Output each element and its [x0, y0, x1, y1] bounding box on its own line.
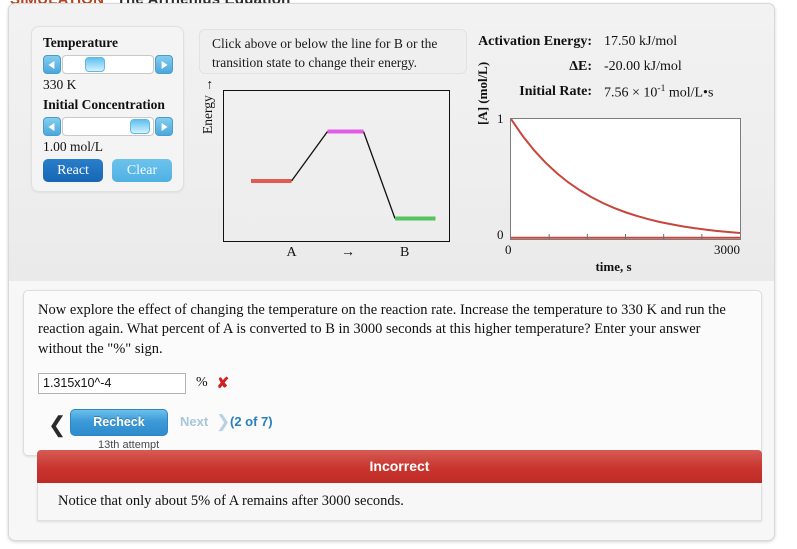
- feedback-message: Notice that only about 5% of A remains a…: [37, 483, 762, 521]
- concentration-decrease-arrow[interactable]: [43, 117, 61, 136]
- readout-initial-rate: Initial Rate: 7.56 × 10-1 mol/L•s: [464, 84, 764, 109]
- energy-diagram-ylabel: Energy →: [200, 78, 215, 134]
- concentration-chart: [A] (mol/L) 1 0 0 3000 time, s: [471, 62, 756, 279]
- readout-value: -20.00 kJ/mol: [604, 59, 682, 74]
- readout-key: Activation Energy:: [478, 34, 592, 49]
- concentration-slider[interactable]: [43, 117, 173, 136]
- clear-button[interactable]: Clear: [112, 159, 172, 182]
- recheck-button[interactable]: Recheck: [70, 408, 168, 436]
- readout-value: 17.50 kJ/mol: [604, 34, 678, 49]
- concentration-increase-arrow[interactable]: [155, 117, 173, 136]
- concentration-value: 1.00 mol/L: [43, 139, 103, 154]
- concentration-slider-thumb[interactable]: [130, 119, 151, 134]
- readout-delta-e: ΔE: -20.00 kJ/mol: [464, 59, 764, 84]
- concentration-chart-xlabel: time, s: [595, 259, 632, 274]
- readout-list: Activation Energy: 17.50 kJ/mol ΔE: -20.…: [464, 34, 764, 109]
- energy-diagram-plot[interactable]: [223, 90, 450, 242]
- temperature-decrease-arrow[interactable]: [43, 55, 61, 74]
- energy-xtick-a: A: [286, 245, 297, 260]
- readout-value: 7.56 × 10-1 mol/L•s: [604, 84, 713, 102]
- energy-xtick-arrow: →: [341, 245, 356, 260]
- control-panel: Temperature 330 K Initial Concentration …: [31, 26, 184, 192]
- simulation-area: Temperature 330 K Initial Concentration …: [9, 4, 774, 281]
- concentration-xtick-max: 3000: [714, 242, 740, 257]
- question-counter: (2 of 7): [230, 413, 273, 429]
- concentration-label: Initial Concentration: [43, 97, 165, 112]
- concentration-chart-plot: [510, 118, 741, 240]
- temperature-value: 330 K: [43, 77, 77, 92]
- rate-unit: mol/L•s: [665, 85, 714, 101]
- previous-question-icon[interactable]: ❮: [48, 413, 66, 436]
- energy-xtick-b: B: [400, 245, 410, 260]
- answer-row: % ✘: [38, 372, 747, 399]
- incorrect-mark-icon: ✘: [216, 375, 230, 393]
- readout-key: ΔE:: [569, 59, 592, 74]
- concentration-ytick-bottom: 0: [497, 227, 504, 242]
- energy-profile-svg[interactable]: [224, 91, 449, 241]
- navigation-row: ❮ Recheck Next ❯ (2 of 7) 13th attempt: [38, 408, 747, 455]
- feedback-status-badge: Incorrect: [37, 450, 762, 483]
- readout-key: Initial Rate:: [519, 84, 592, 99]
- percent-sign: %: [196, 375, 208, 391]
- temperature-label: Temperature: [43, 35, 118, 50]
- question-text: Now explore the effect of changing the t…: [38, 302, 726, 357]
- activity-card: Temperature 330 K Initial Concentration …: [8, 3, 775, 541]
- next-question-icon[interactable]: ❯: [216, 412, 230, 432]
- answer-input[interactable]: [38, 372, 186, 394]
- concentration-ytick-top: 1: [497, 111, 504, 126]
- concentration-xtick-min: 0: [505, 242, 512, 257]
- temperature-slider-track[interactable]: [62, 55, 154, 74]
- question-panel: Now explore the effect of changing the t…: [23, 290, 762, 456]
- temperature-slider-thumb[interactable]: [85, 57, 106, 72]
- temperature-increase-arrow[interactable]: [155, 55, 173, 74]
- react-button[interactable]: React: [43, 159, 103, 182]
- energy-diagram-xaxis: A → B: [223, 245, 450, 267]
- readout-activation-energy: Activation Energy: 17.50 kJ/mol: [464, 34, 764, 59]
- concentration-series-svg: [510, 118, 741, 239]
- hint-box: Click above or below the line for B or t…: [199, 29, 467, 74]
- rate-mantissa: 7.56 × 10: [604, 85, 658, 101]
- next-question-label[interactable]: Next: [180, 414, 208, 429]
- temperature-slider[interactable]: [43, 55, 173, 74]
- concentration-slider-track[interactable]: [62, 117, 154, 136]
- energy-diagram[interactable]: Energy → A → B: [200, 78, 452, 275]
- concentration-chart-ylabel: [A] (mol/L): [475, 61, 490, 125]
